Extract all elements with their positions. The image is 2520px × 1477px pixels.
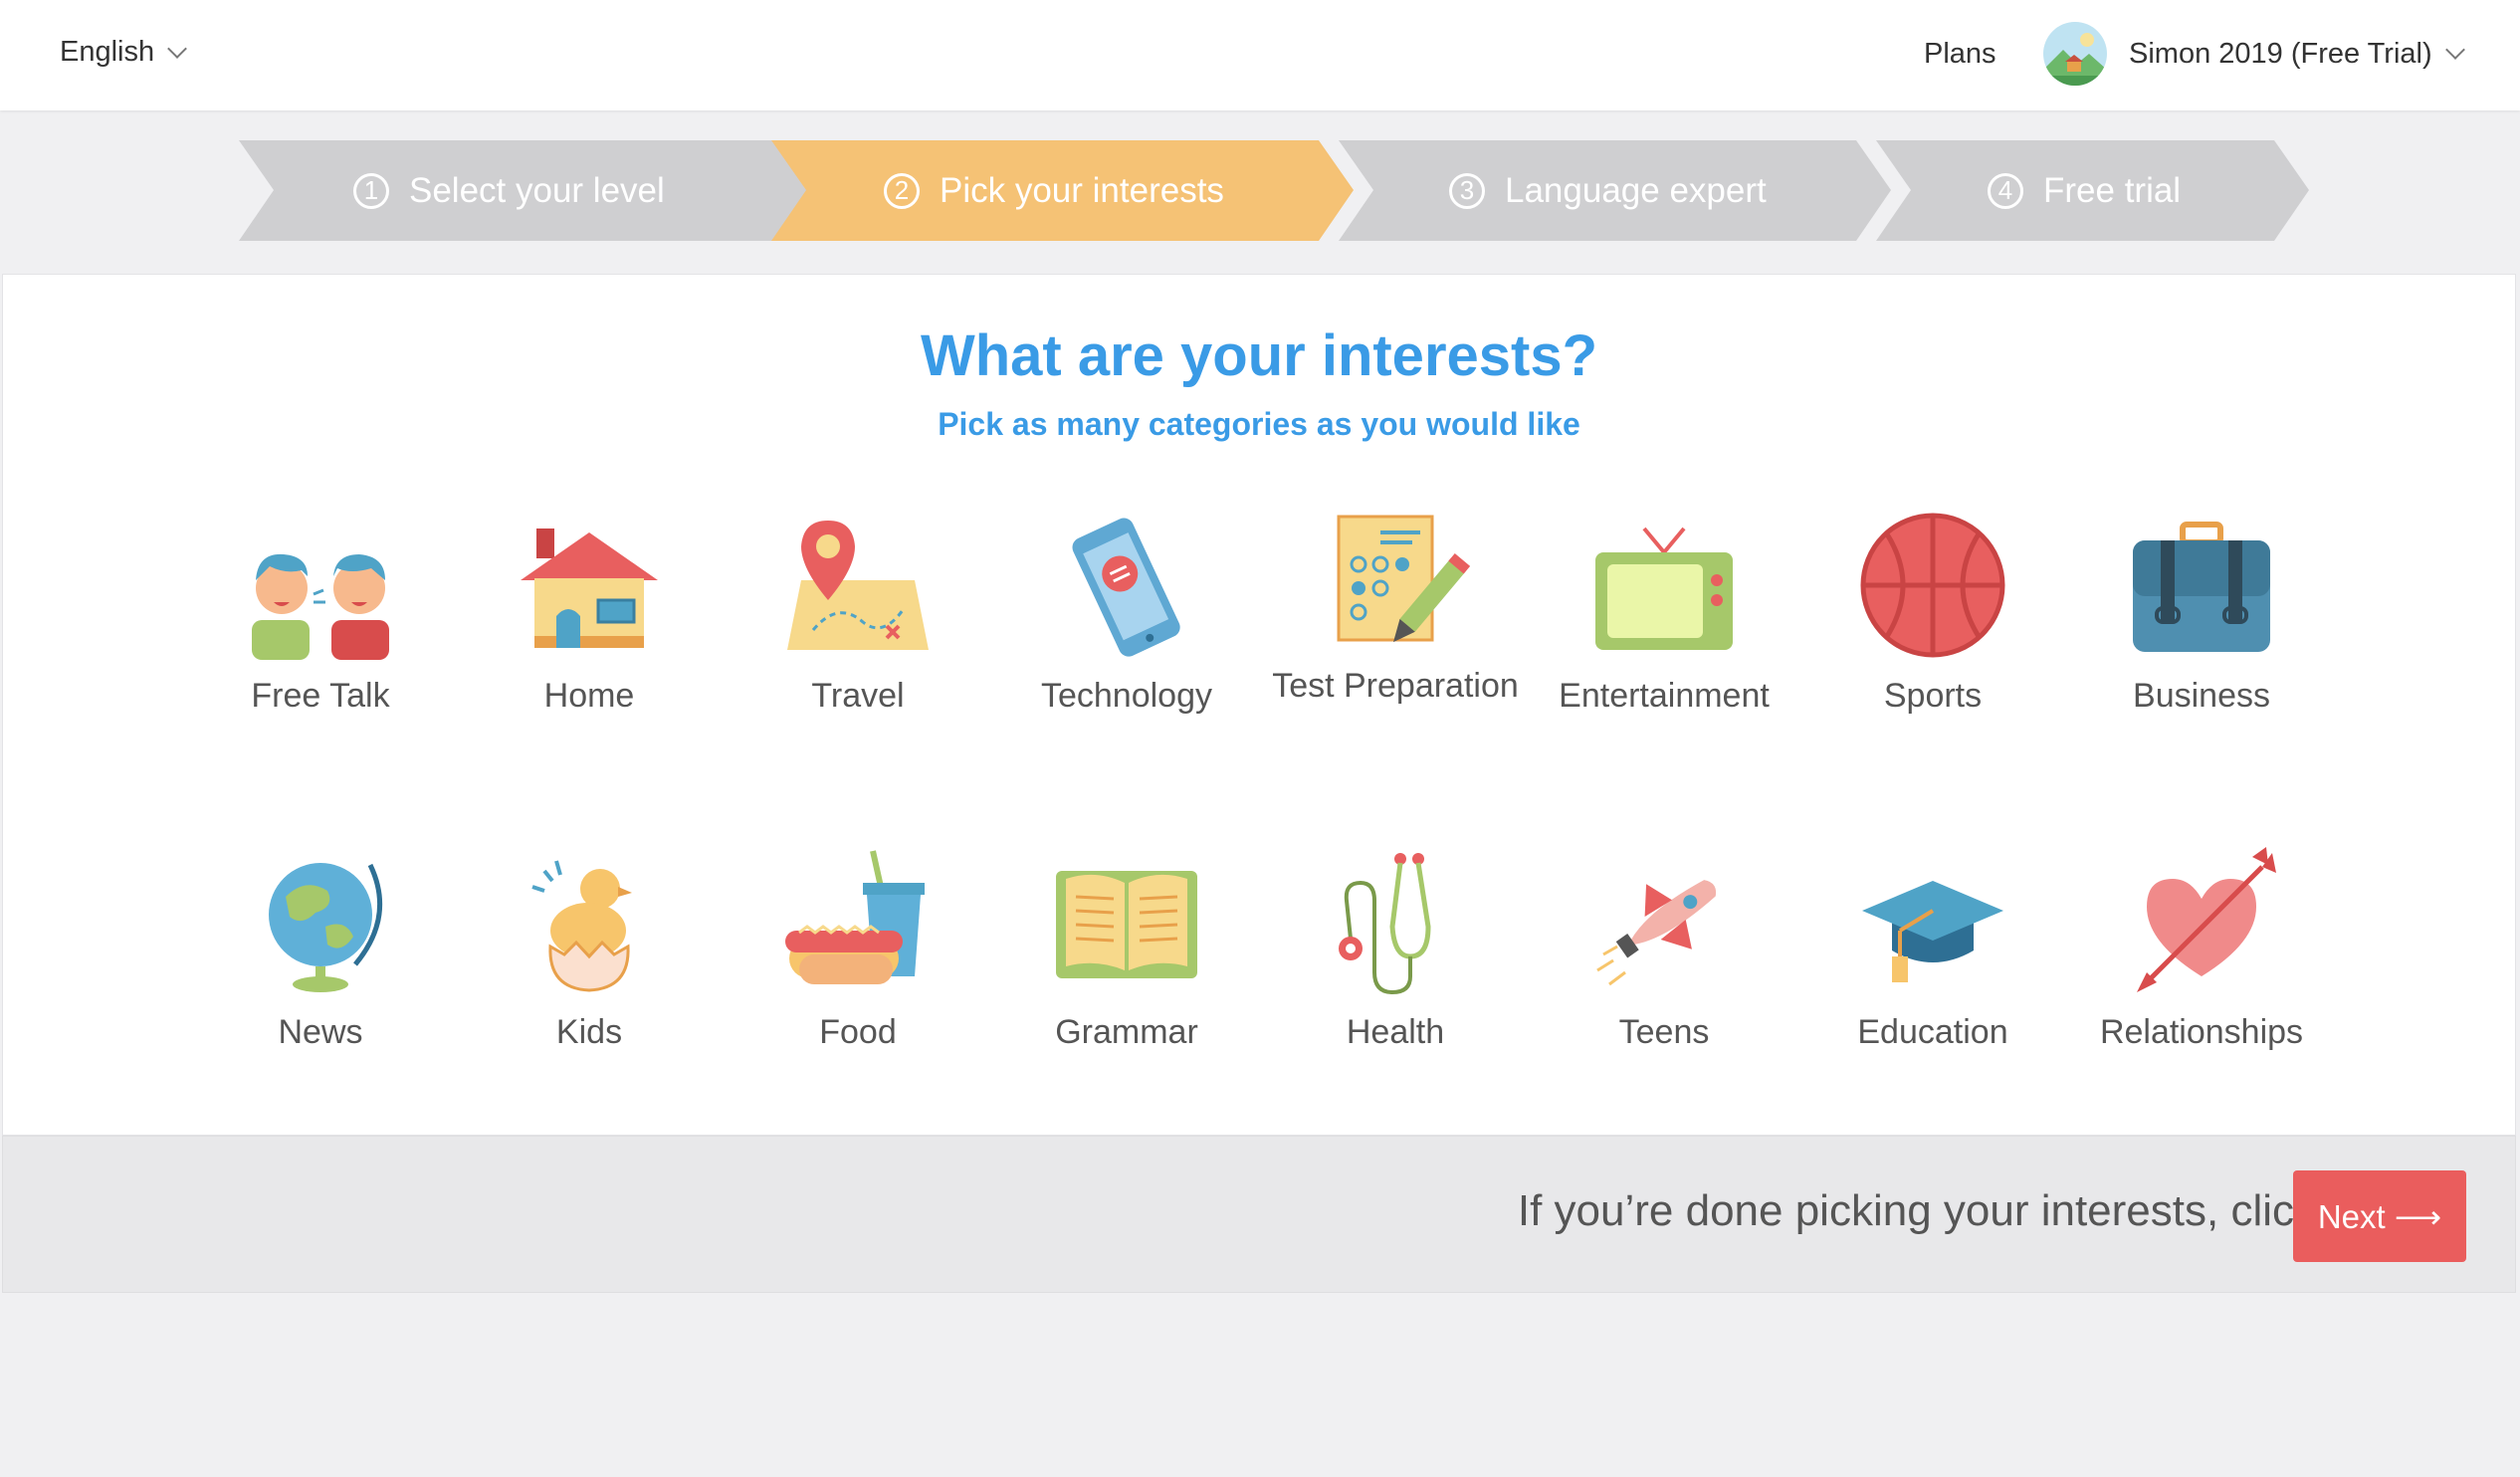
step-number: 3	[1449, 172, 1485, 209]
category-label: Home	[543, 677, 635, 715]
category-label: Entertainment	[1559, 677, 1770, 715]
interests-card: What are your interests? Pick as many ca…	[2, 274, 2516, 1136]
rocket-icon	[1596, 880, 1717, 986]
category-label: News	[278, 1013, 363, 1051]
people-talking-icon	[252, 553, 389, 660]
category-entertainment[interactable]: Entertainment	[1535, 511, 1793, 718]
language-selector[interactable]: English	[60, 36, 188, 69]
footer-prompt: If you’re done picking your interests, c…	[1517, 1186, 2316, 1235]
step-label: Select your level	[409, 170, 665, 210]
category-label: Travel	[811, 677, 905, 715]
graduation-cap-icon	[1862, 881, 2003, 982]
category-label: Free Talk	[251, 677, 390, 715]
category-health[interactable]: Health	[1266, 847, 1525, 1054]
category-home[interactable]: Home	[460, 511, 719, 718]
page-subtitle: Pick as many categories as you would lik…	[938, 406, 1580, 442]
category-teens[interactable]: Teens	[1535, 847, 1793, 1054]
globe-icon	[269, 863, 383, 992]
category-label: Kids	[555, 1013, 623, 1051]
step-2[interactable]: 2 Pick your interests	[884, 140, 1224, 241]
tv-icon	[1595, 527, 1733, 650]
briefcase-icon	[2133, 522, 2270, 652]
user-name: Simon 2019 (Free Trial)	[2129, 37, 2432, 70]
top-bar: English Plans Simon 2019 (Free Trial)	[0, 0, 2520, 110]
user-menu[interactable]: Simon 2019 (Free Trial)	[2043, 22, 2465, 86]
test-sheet-pencil-icon	[1337, 515, 1470, 643]
heart-arrow-icon	[2137, 847, 2276, 992]
category-label: Test Preparation	[1272, 667, 1519, 705]
step-number: 2	[884, 172, 920, 209]
chick-icon	[531, 860, 632, 992]
house-icon	[521, 528, 658, 648]
page-title: What are your interests?	[920, 323, 1598, 388]
next-button[interactable]: Next ⟶	[2293, 1170, 2466, 1262]
category-travel[interactable]: Travel	[729, 511, 987, 718]
category-label: Technology	[1040, 677, 1212, 715]
step-label: Free trial	[2043, 170, 2182, 210]
chevron-down-icon	[167, 38, 188, 59]
map-pin-icon	[787, 521, 929, 650]
plans-link[interactable]: Plans	[1924, 38, 1996, 71]
category-label: Grammar	[1055, 1013, 1198, 1051]
progress-stepper: 1 Select your level 2 Pick your interest…	[239, 140, 2309, 241]
language-label: English	[60, 36, 155, 68]
category-test-preparation[interactable]: Test Preparation	[1266, 511, 1525, 708]
category-food[interactable]: Food	[729, 847, 987, 1054]
step-4[interactable]: 4 Free trial	[1988, 140, 2181, 241]
category-education[interactable]: Education	[1803, 847, 2062, 1054]
category-free-talk[interactable]: Free Talk	[191, 511, 450, 718]
step-number: 1	[353, 172, 389, 209]
category-technology[interactable]: Technology	[997, 511, 1256, 718]
open-book-icon	[1056, 871, 1197, 978]
step-number: 4	[1988, 172, 2023, 209]
category-label: Sports	[1883, 677, 1983, 715]
category-news[interactable]: News	[191, 847, 450, 1054]
category-label: Food	[819, 1013, 897, 1051]
chevron-down-icon	[2444, 40, 2465, 60]
category-business[interactable]: Business	[2072, 511, 2331, 718]
stethoscope-icon	[1339, 853, 1431, 995]
category-label: Teens	[1618, 1013, 1710, 1051]
category-kids[interactable]: Kids	[460, 847, 719, 1054]
category-label: Health	[1346, 1013, 1445, 1051]
category-relationships[interactable]: Relationships	[2072, 847, 2331, 1054]
step-3[interactable]: 3 Language expert	[1449, 140, 1767, 241]
smartphone-icon	[1072, 518, 1180, 657]
category-sports[interactable]: Sports	[1803, 511, 2062, 718]
category-grammar[interactable]: Grammar	[997, 847, 1256, 1054]
category-label: Relationships	[2099, 1013, 2304, 1051]
footer-bar: If you’re done picking your interests, c…	[2, 1136, 2516, 1293]
hotdog-drink-icon	[785, 850, 925, 984]
step-label: Language expert	[1505, 170, 1767, 210]
basketball-icon	[1860, 513, 2005, 658]
category-label: Business	[2133, 677, 2270, 715]
category-label: Education	[1857, 1013, 2008, 1051]
step-1[interactable]: 1 Select your level	[353, 140, 665, 241]
step-label: Pick your interests	[940, 170, 1224, 210]
avatar	[2043, 22, 2107, 86]
